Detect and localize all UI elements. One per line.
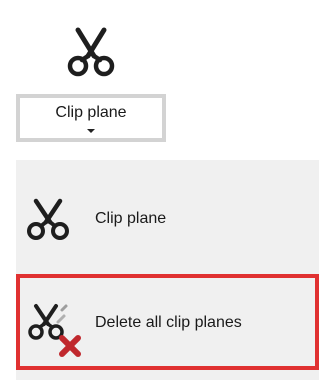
chevron-down-icon[interactable] <box>87 129 95 133</box>
menu-item-label: Delete all clip planes <box>95 314 242 331</box>
clip-plane-ribbon-button[interactable]: Clip plane <box>16 10 174 148</box>
menu-item-label: Clip plane <box>95 210 167 227</box>
delete-scissors-icon <box>28 304 81 357</box>
clip-plane-ui: Clip plane Clip plane Delete all clip pl… <box>0 0 319 384</box>
ribbon-button-label: Clip plane <box>55 104 127 121</box>
scissors-icon <box>27 198 69 240</box>
clip-plane-menu: Clip plane Delete all clip planes <box>16 160 319 380</box>
ribbon-label-box[interactable]: Clip plane <box>16 94 166 142</box>
menu-item-clip-plane[interactable]: Clip plane <box>16 168 319 264</box>
scissors-icon <box>67 27 115 77</box>
menu-item-delete-all-clip-planes[interactable]: Delete all clip planes <box>16 274 319 370</box>
